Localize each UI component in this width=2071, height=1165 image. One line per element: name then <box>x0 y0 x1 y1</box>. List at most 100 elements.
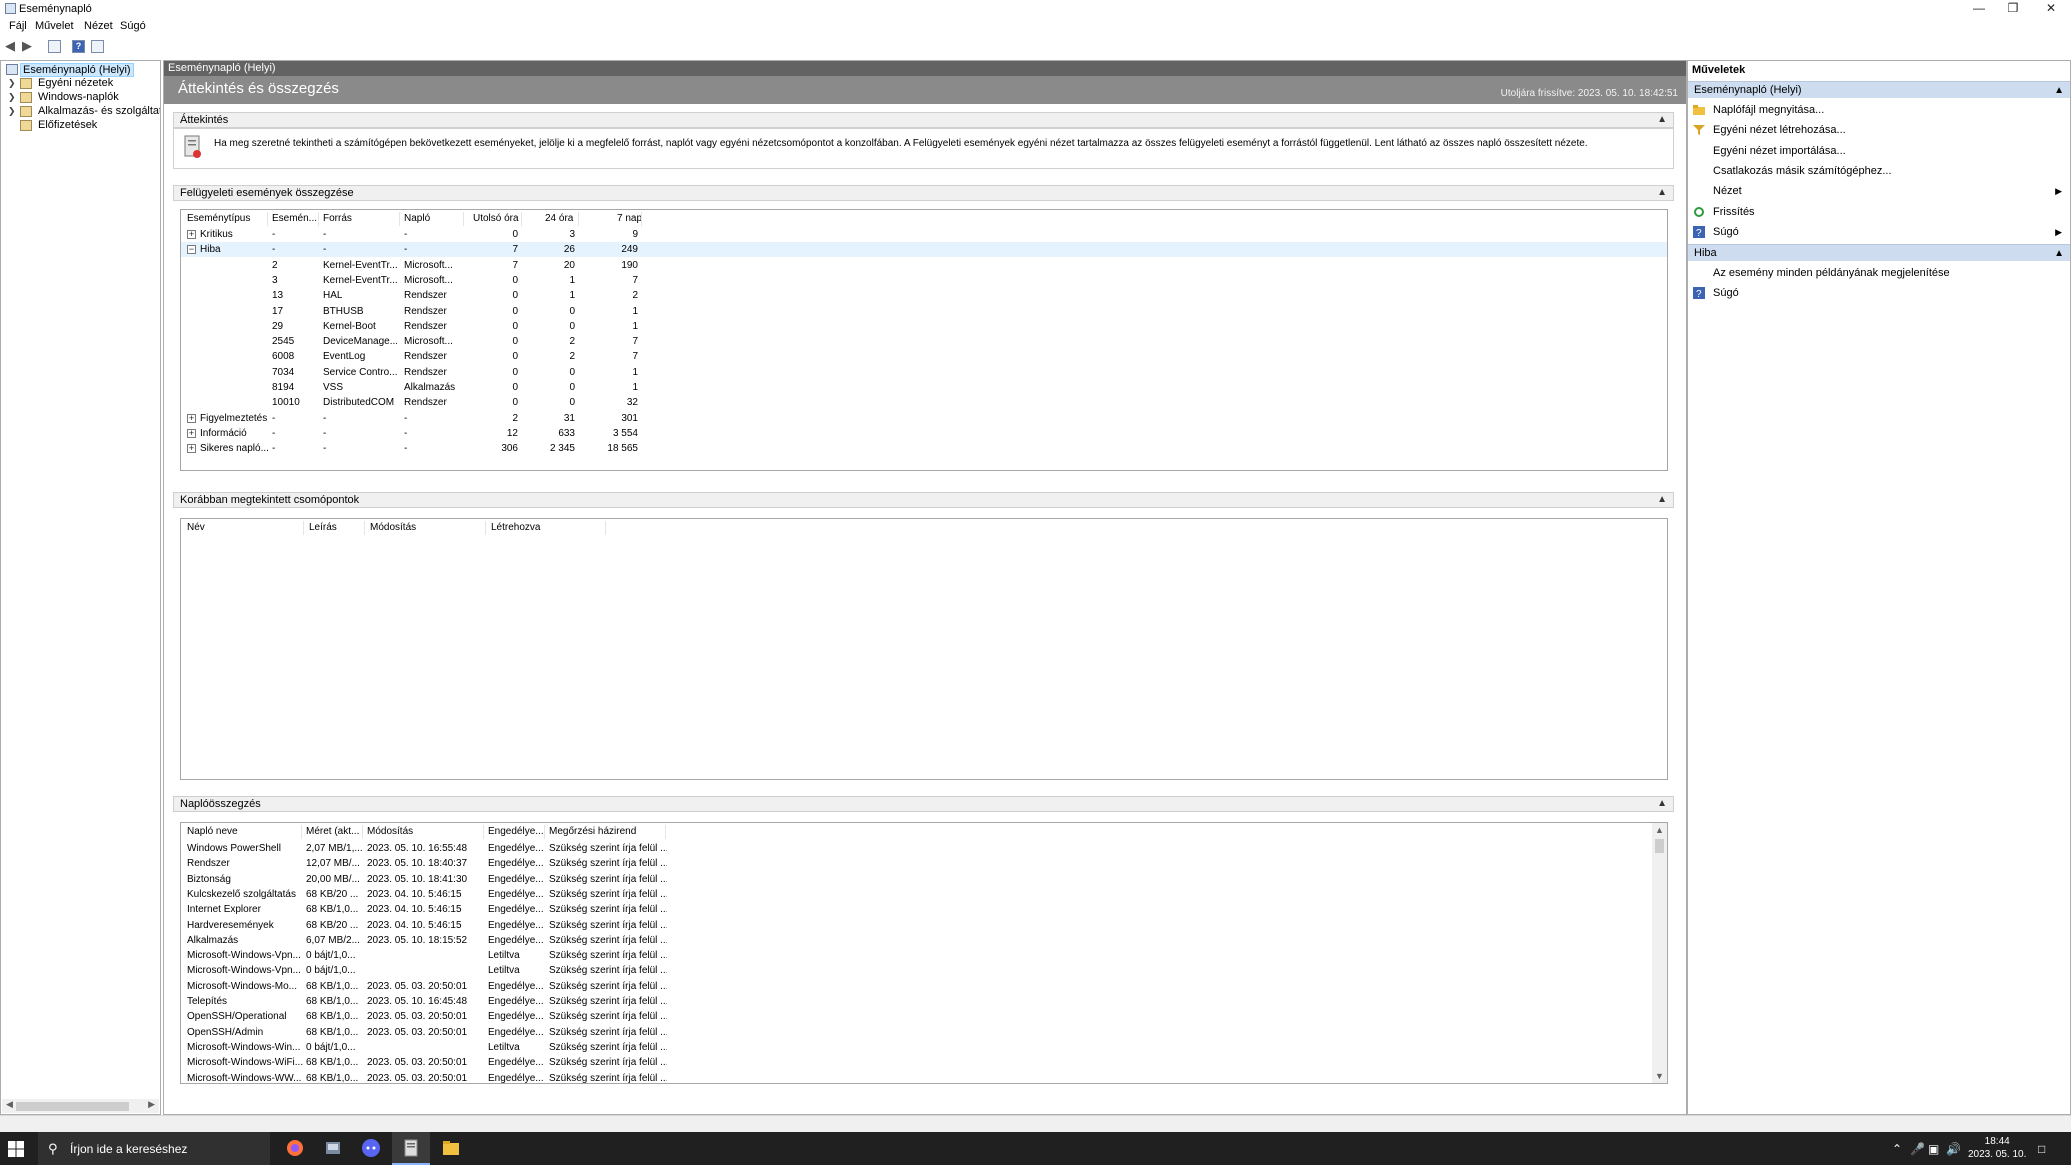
col-description[interactable]: Leírás <box>305 522 337 533</box>
col-event-id[interactable]: Esemén... <box>268 213 317 224</box>
table-row[interactable]: 13 HAL Rendszer 0 1 2 <box>181 288 1667 303</box>
collapse-icon[interactable]: − <box>187 245 196 255</box>
table-row[interactable]: Biztonság 20,00 MB/... 2023. 05. 10. 18:41… <box>181 872 1651 887</box>
col-name[interactable]: Név <box>183 522 205 533</box>
minimize-button[interactable]: — <box>1960 0 1998 17</box>
tree-item-app-service-logs[interactable]: ❯ Alkalmazás- és szolgáltatásn <box>1 105 160 119</box>
scroll-up-icon[interactable]: ▲ <box>1655 825 1664 835</box>
col-enabled[interactable]: Engedélye... <box>484 826 544 837</box>
tree-item-subscriptions[interactable]: Előfizetések <box>1 119 160 133</box>
col-log[interactable]: Napló <box>400 213 430 224</box>
col-24h[interactable]: 24 óra <box>541 213 573 224</box>
table-row[interactable]: + Információ - - - 12 633 3 554 <box>181 426 1667 441</box>
menu-file[interactable]: Fájl <box>9 20 27 32</box>
table-row[interactable]: Microsoft-Windows-Vpn... 0 bájt/1,0... Let… <box>181 948 1651 963</box>
expand-arrow-icon[interactable]: ❯ <box>8 106 16 117</box>
scrollbar-thumb[interactable] <box>16 1102 129 1111</box>
tree-horizontal-scrollbar[interactable]: ◀ ▶ <box>2 1099 159 1113</box>
microphone-icon[interactable]: 🎤 <box>1910 1142 1925 1156</box>
expand-arrow-icon[interactable]: ❯ <box>8 92 16 103</box>
expand-icon[interactable]: + <box>187 413 196 423</box>
column-divider[interactable] <box>521 212 522 226</box>
tree-item-windows-logs[interactable]: ❯ Windows-naplók <box>1 91 160 105</box>
action-item[interactable]: Az esemény minden példányának megjelenít… <box>1688 263 2070 283</box>
forward-arrow-icon[interactable]: ▶ <box>22 39 32 54</box>
col-last-hour[interactable]: Utolsó óra <box>469 213 519 224</box>
col-log-name[interactable]: Napló neve <box>183 826 238 837</box>
table-row[interactable]: 10010 DistributedCOM Rendszer 0 0 32 <box>181 395 1667 410</box>
table-row[interactable]: 3 Kernel-EventTr... Microsoft... 0 1 7 <box>181 273 1667 288</box>
help-icon[interactable]: ? <box>72 40 85 53</box>
table-row[interactable]: 8194 VSS Alkalmazás 0 0 1 <box>181 380 1667 395</box>
column-divider[interactable] <box>303 521 304 535</box>
column-divider[interactable] <box>665 825 666 839</box>
collapse-icon[interactable]: ▲ <box>1657 186 1667 200</box>
column-divider[interactable] <box>364 521 365 535</box>
recent-nodes-section-header[interactable]: Korábban megtekintett csomópontok ▲ <box>173 492 1674 508</box>
event-viewer-taskbar-icon[interactable] <box>392 1132 430 1165</box>
scroll-down-icon[interactable]: ▼ <box>1655 1071 1664 1081</box>
taskbar-search-box[interactable]: ⚲ Írjon ide a kereséshez <box>38 1132 270 1165</box>
col-modified[interactable]: Módosítás <box>363 826 413 837</box>
show-hide-tree-icon[interactable] <box>48 40 61 53</box>
menu-view[interactable]: Nézet <box>84 20 113 32</box>
action-item[interactable]: ? Súgó ▶ <box>1688 222 2070 242</box>
overview-section-header[interactable]: Áttekintés ▲ <box>173 112 1674 128</box>
action-item[interactable]: Egyéni nézet importálása... <box>1688 141 2070 161</box>
action-item[interactable]: Naplófájl megnyitása... <box>1688 100 2070 120</box>
column-divider[interactable] <box>578 212 579 226</box>
action-item[interactable]: Frissítés <box>1688 202 2070 222</box>
file-explorer-taskbar-icon[interactable] <box>432 1132 470 1165</box>
collapse-icon[interactable]: ▲ <box>1657 113 1667 127</box>
network-icon[interactable]: ▣ <box>1928 1142 1939 1156</box>
tree-item-custom-views[interactable]: ❯ Egyéni nézetek <box>1 77 160 91</box>
back-arrow-icon[interactable]: ◀ <box>5 39 15 54</box>
action-item[interactable]: Csatlakozás másik számítógéphez... <box>1688 161 2070 181</box>
action-item[interactable]: Egyéni nézet létrehozása... <box>1688 120 2070 140</box>
table-row[interactable]: Internet Explorer 68 KB/1,0... 2023. 04. 1… <box>181 902 1651 917</box>
column-divider[interactable] <box>605 521 606 535</box>
actions-group-event-viewer[interactable]: Eseménynapló (Helyi) ▲ <box>1688 81 2070 98</box>
table-row[interactable]: Alkalmazás 6,07 MB/2... 2023. 05. 10. 18:1… <box>181 933 1651 948</box>
table-row[interactable]: OpenSSH/Operational 68 KB/1,0... 2023. 05.… <box>181 1009 1651 1024</box>
col-event-type[interactable]: Eseménytípus <box>183 213 250 224</box>
table-row[interactable]: Microsoft-Windows-Mo... 68 KB/1,0... 2023.… <box>181 979 1651 994</box>
log-summary-vertical-scrollbar[interactable]: ▲ ▼ <box>1652 823 1667 1083</box>
column-divider[interactable] <box>463 212 464 226</box>
table-row[interactable]: − Hiba - - - 7 26 249 <box>181 242 1667 258</box>
expand-arrow-icon[interactable]: ❯ <box>8 78 16 89</box>
table-row[interactable]: + Figyelmeztetés - - -2 31 301 <box>181 411 1667 426</box>
table-row[interactable]: 17 BTHUSB Rendszer 0 0 1 <box>181 304 1667 319</box>
col-retention[interactable]: Megőrzési házirend <box>545 826 636 837</box>
table-row[interactable]: 7034 Service Contro... Rendszer 0 0 1 <box>181 365 1667 380</box>
menu-action[interactable]: Művelet <box>35 20 74 32</box>
table-row[interactable]: OpenSSH/Admin 68 KB/1,0... 2023. 05. 03. 2… <box>181 1025 1651 1040</box>
col-7d[interactable]: 7 nap <box>613 213 642 224</box>
close-button[interactable]: ✕ <box>2032 0 2070 17</box>
table-row[interactable]: Microsoft-Windows-WW... 68 KB/1,0... 2023.… <box>181 1071 1651 1084</box>
actions-group-error[interactable]: Hiba ▲ <box>1688 244 2070 261</box>
table-row[interactable]: Telepítés 68 KB/1,0... 2023. 05. 10. 16:45… <box>181 994 1651 1009</box>
expand-icon[interactable]: + <box>187 428 196 438</box>
action-item[interactable]: Nézet ▶ <box>1688 181 2070 201</box>
table-row[interactable]: Rendszer 12,07 MB/... 2023. 05. 10. 18:40:… <box>181 856 1651 871</box>
windows-start-icon[interactable] <box>8 1141 24 1157</box>
table-row[interactable]: Microsoft-Windows-WiFi... 68 KB/1,0... 202… <box>181 1055 1651 1070</box>
table-row[interactable]: 2545 DeviceManage... Microsoft... 0 2 7 <box>181 334 1667 349</box>
table-row[interactable]: Kulcskezelő szolgáltatás 68 KB/20 ... 2023… <box>181 887 1651 902</box>
col-created[interactable]: Létrehozva <box>487 522 540 533</box>
collapse-icon[interactable]: ▲ <box>2054 82 2064 99</box>
expand-icon[interactable]: + <box>187 230 196 239</box>
notifications-icon[interactable]: □ <box>2038 1142 2045 1156</box>
taskbar-clock[interactable]: 18:44 2023. 05. 10. <box>1968 1135 2026 1161</box>
expand-icon[interactable]: + <box>187 444 196 454</box>
table-row[interactable]: 6008 EventLog Rendszer 0 2 7 <box>181 349 1667 364</box>
admin-summary-section-header[interactable]: Felügyeleti események összegzése ▲ <box>173 185 1674 201</box>
table-row[interactable]: Hardveresemények 68 KB/20 ... 2023. 04. 10… <box>181 918 1651 933</box>
tree-item-event-viewer-local[interactable]: Eseménynapló (Helyi) <box>1 63 160 77</box>
collapse-icon[interactable]: ▲ <box>1657 493 1667 507</box>
tray-overflow-chevron-icon[interactable]: ⌃ <box>1892 1142 1902 1156</box>
collapse-icon[interactable]: ▲ <box>1657 797 1667 811</box>
show-hide-action-pane-icon[interactable] <box>91 40 104 53</box>
scrollbar-thumb[interactable] <box>1655 839 1664 853</box>
